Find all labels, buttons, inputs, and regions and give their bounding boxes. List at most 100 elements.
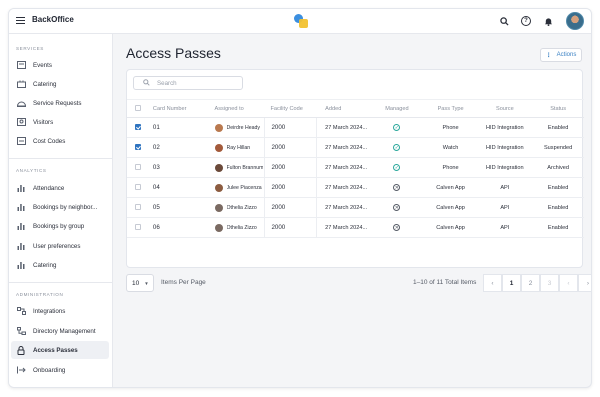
column-header-source[interactable]: Source: [477, 99, 533, 118]
table-row[interactable]: 04 Julee Piacenza 2000 27 March 2024... ✕ Cal…: [127, 177, 584, 198]
bell-icon[interactable]: [543, 16, 553, 26]
facility-code-cell[interactable]: 2000: [264, 197, 318, 218]
chevron-left-icon: ‹: [567, 279, 570, 287]
row-checkbox[interactable]: [135, 144, 141, 151]
status-cell: Enabled: [532, 197, 584, 218]
row-checkbox-cell[interactable]: [127, 137, 147, 158]
page-button-2[interactable]: 2: [521, 274, 540, 292]
sidebar-item-catering-analytics[interactable]: Catering: [11, 256, 109, 274]
sidebar: SERVICES Events Catering Service Request…: [9, 34, 113, 387]
x-circle-icon: ✕: [393, 184, 401, 191]
assigned-to-cell: Fulton Brannum: [208, 157, 265, 178]
sidebar-item-label: Catering: [33, 261, 57, 269]
page-title: Access Passes: [126, 45, 221, 61]
page-button-1[interactable]: 1: [502, 274, 521, 292]
column-header-added[interactable]: Added: [317, 99, 371, 118]
sidebar-item-label: User preferences: [33, 242, 81, 250]
avatar: [214, 123, 223, 132]
row-checkbox-cell[interactable]: [127, 217, 147, 238]
help-icon[interactable]: ?: [521, 16, 531, 26]
bar-chart-icon: [16, 203, 26, 211]
assignee-name: Othelia Zizzo: [226, 204, 257, 211]
x-circle-icon: ✕: [393, 204, 401, 211]
search-box[interactable]: [133, 76, 243, 90]
column-header-managed[interactable]: Managed: [370, 99, 424, 118]
facility-code-cell[interactable]: 2000: [264, 177, 318, 198]
search-icon[interactable]: [499, 16, 509, 26]
prev-page-button[interactable]: ‹: [483, 274, 502, 292]
sidebar-item-integrations[interactable]: Integrations: [11, 302, 109, 320]
assigned-to-cell: Othelia Zizzo: [208, 197, 265, 218]
added-date-cell: 27 March 2024...: [317, 217, 371, 238]
facility-code-cell[interactable]: 2000: [264, 117, 318, 138]
avatar: [214, 203, 223, 212]
prev-arrow-button[interactable]: ‹: [559, 274, 578, 292]
sidebar-item-service-requests[interactable]: Service Requests: [11, 94, 109, 112]
select-all-checkbox[interactable]: [135, 105, 141, 112]
assigned-to-cell: Julee Piacenza: [208, 177, 265, 198]
sidebar-item-attendance[interactable]: Attendance: [11, 179, 109, 197]
table-row[interactable]: 01 Deirdre Heady 2000 27 March 2024... ✓ Phon…: [127, 117, 584, 138]
column-header-card-number[interactable]: Card Number: [146, 99, 209, 118]
assigned-to-cell: Deirdre Heady: [208, 117, 265, 138]
next-page-button[interactable]: ›: [578, 274, 591, 292]
sidebar-item-label: Cost Codes: [33, 137, 66, 145]
row-checkbox[interactable]: [135, 184, 141, 191]
facility-code-cell[interactable]: 2000: [264, 157, 318, 178]
table-row[interactable]: 02 Ray Hillan 2000 27 March 2024... ✓ Watch HI…: [127, 137, 584, 158]
sidebar-item-cost-codes[interactable]: Cost Codes: [11, 132, 109, 150]
managed-cell: ✕: [370, 197, 424, 218]
row-checkbox[interactable]: [135, 164, 141, 171]
events-icon: [16, 61, 26, 69]
sidebar-item-label: Events: [33, 61, 52, 69]
access-passes-card: Card Number Assigned to Facility Code Ad…: [126, 69, 584, 268]
total-items-text: 1–10 of 11 Total Items: [413, 279, 477, 286]
actions-button[interactable]: ⋮ Actions: [540, 48, 582, 62]
column-header-status[interactable]: Status: [532, 99, 584, 118]
bar-chart-icon: [16, 242, 26, 250]
facility-code-value: 2000: [264, 198, 318, 217]
table-row[interactable]: 03 Fulton Brannum 2000 27 March 2024... ✓ Pho…: [127, 157, 584, 178]
x-circle-icon: ✕: [393, 224, 401, 231]
table-body: 01 Deirdre Heady 2000 27 March 2024... ✓ Phon…: [127, 117, 584, 238]
row-checkbox[interactable]: [135, 224, 141, 231]
row-checkbox-cell[interactable]: [127, 197, 147, 218]
avatar: [214, 223, 223, 232]
user-avatar[interactable]: [566, 12, 584, 30]
app-window: BackOffice ? SERVICES Events Catering Se…: [8, 8, 592, 388]
card-number-cell: 06: [146, 217, 209, 238]
facility-code-cell[interactable]: 2000: [264, 217, 318, 238]
column-header-facility-code[interactable]: Facility Code: [264, 99, 318, 118]
sidebar-item-user-preferences[interactable]: User preferences: [11, 237, 109, 255]
row-checkbox[interactable]: [135, 124, 141, 131]
top-bar: BackOffice ?: [9, 9, 591, 34]
sidebar-item-label: Bookings by group: [33, 222, 85, 230]
table-row[interactable]: 06 Othelia Zizzo 2000 27 March 2024... ✕ Calv…: [127, 217, 584, 238]
sidebar-item-onboarding[interactable]: Onboarding: [11, 361, 109, 379]
row-checkbox-cell[interactable]: [127, 177, 147, 198]
sidebar-item-events[interactable]: Events: [11, 56, 109, 74]
page-button-3[interactable]: 3: [540, 274, 559, 292]
access-passes-table: Card Number Assigned to Facility Code Ad…: [127, 99, 584, 238]
facility-code-cell[interactable]: 2000: [264, 137, 318, 158]
sidebar-item-bookings-by-group[interactable]: Bookings by group: [11, 217, 109, 235]
row-checkbox-cell[interactable]: [127, 117, 147, 138]
sidebar-item-visitors[interactable]: Visitors: [11, 113, 109, 131]
column-header-assigned-to[interactable]: Assigned to: [208, 99, 265, 118]
sidebar-item-label: Service Requests: [33, 99, 82, 107]
access-pass-icon: [16, 345, 26, 355]
sidebar-item-access-passes[interactable]: Access Passes: [11, 341, 109, 359]
column-header-pass-type[interactable]: Pass Type: [423, 99, 478, 118]
check-circle-icon: ✓: [393, 124, 401, 131]
table-row[interactable]: 05 Othelia Zizzo 2000 27 March 2024... ✕ Calv…: [127, 197, 584, 218]
sidebar-item-directory-management[interactable]: Directory Management: [11, 322, 109, 340]
row-checkbox-cell[interactable]: [127, 157, 147, 178]
hamburger-menu-icon[interactable]: [16, 17, 25, 24]
sidebar-item-bookings-by-neighborhood[interactable]: Bookings by neighbor...: [11, 198, 109, 216]
assignee-name: Fulton Brannum: [226, 164, 264, 171]
items-per-page-select[interactable]: 10 ▼: [126, 274, 154, 292]
search-input[interactable]: [157, 79, 237, 87]
select-all-checkbox-cell[interactable]: [127, 99, 147, 118]
sidebar-item-catering[interactable]: Catering: [11, 75, 109, 93]
row-checkbox[interactable]: [135, 204, 141, 211]
